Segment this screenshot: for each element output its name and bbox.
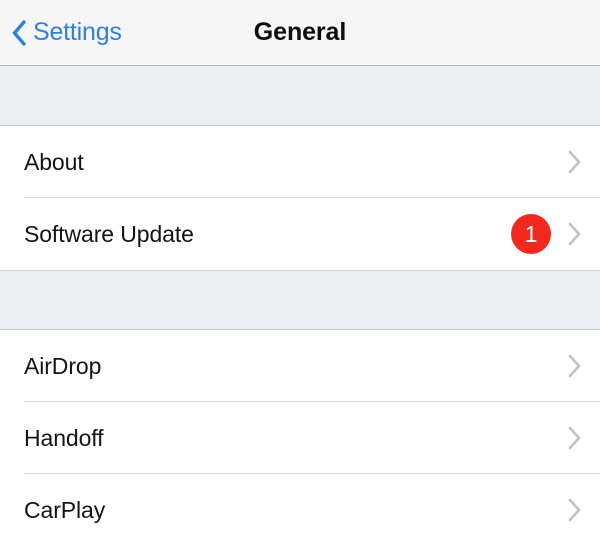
settings-general-screen: Settings General About Software Update 1 bbox=[0, 0, 600, 536]
status-badge: 1 bbox=[511, 214, 551, 254]
settings-row-handoff[interactable]: Handoff bbox=[0, 402, 600, 474]
page-title-text: General bbox=[253, 18, 347, 46]
row-accessories bbox=[567, 353, 582, 379]
chevron-right-icon bbox=[568, 222, 581, 246]
settings-row-airdrop[interactable]: AirDrop bbox=[0, 330, 600, 402]
settings-row-software-update[interactable]: Software Update 1 bbox=[0, 198, 600, 270]
settings-group-2: AirDrop Handoff CarPlay bbox=[0, 330, 600, 536]
row-accessories bbox=[567, 497, 582, 523]
chevron-left-icon bbox=[12, 19, 26, 46]
settings-row-label: Software Update bbox=[24, 220, 194, 247]
settings-group-1: About Software Update 1 bbox=[0, 126, 600, 270]
back-button-label: Settings bbox=[33, 18, 122, 46]
settings-row-carplay[interactable]: CarPlay bbox=[0, 474, 600, 536]
settings-row-label: CarPlay bbox=[24, 496, 106, 523]
row-accessories bbox=[567, 149, 582, 175]
settings-row-label: AirDrop bbox=[24, 352, 102, 379]
row-accessories: 1 bbox=[511, 214, 582, 254]
group-spacer-1 bbox=[0, 66, 600, 126]
chevron-right-icon bbox=[568, 150, 581, 174]
chevron-right-icon bbox=[568, 354, 581, 378]
group-spacer-2 bbox=[0, 270, 600, 330]
back-button-settings[interactable]: Settings bbox=[12, 0, 128, 65]
settings-row-label: About bbox=[24, 148, 84, 175]
navigation-bar: Settings General bbox=[0, 0, 600, 66]
settings-row-label: Handoff bbox=[24, 424, 104, 451]
chevron-right-icon bbox=[568, 498, 581, 522]
row-accessories bbox=[567, 425, 582, 451]
settings-row-about[interactable]: About bbox=[0, 126, 600, 198]
chevron-right-icon bbox=[568, 426, 581, 450]
